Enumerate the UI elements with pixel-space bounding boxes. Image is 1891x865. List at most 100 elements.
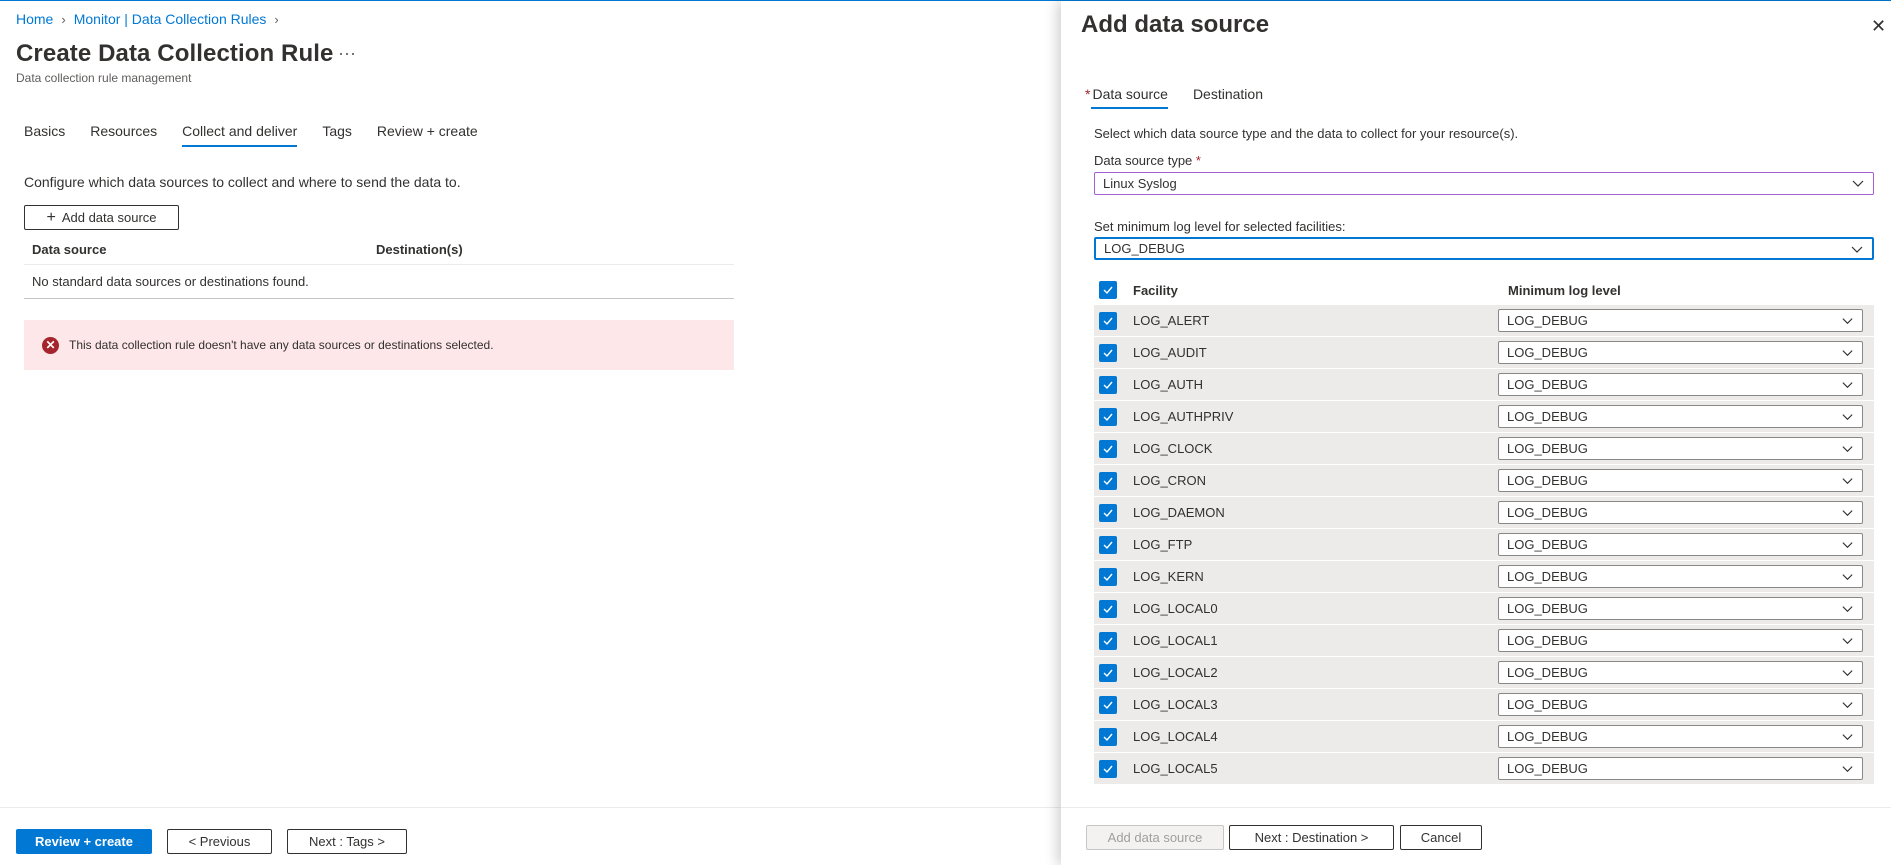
facility-checkbox[interactable] bbox=[1099, 759, 1117, 778]
data-source-type-label-text: Data source type bbox=[1094, 153, 1193, 168]
facility-level-value: LOG_DEBUG bbox=[1507, 729, 1588, 744]
facility-name: LOG_LOCAL2 bbox=[1133, 665, 1218, 680]
chevron-down-icon bbox=[1842, 702, 1853, 709]
panel-description: Select which data source type and the da… bbox=[1094, 126, 1519, 141]
next-tags-button[interactable]: Next : Tags > bbox=[287, 829, 407, 854]
tab-tags[interactable]: Tags bbox=[322, 123, 352, 147]
facility-checkbox[interactable] bbox=[1099, 535, 1117, 554]
facility-level-dropdown[interactable]: LOG_DEBUG bbox=[1498, 373, 1863, 396]
close-icon[interactable]: ✕ bbox=[1871, 16, 1886, 37]
chevron-right-icon: › bbox=[61, 11, 66, 27]
facility-checkbox[interactable] bbox=[1099, 599, 1117, 618]
add-data-source-submit-button[interactable]: Add data source bbox=[1086, 825, 1224, 850]
table-empty-message: No standard data sources or destinations… bbox=[24, 265, 734, 299]
tab-review-create[interactable]: Review + create bbox=[377, 123, 478, 147]
select-all-checkbox[interactable] bbox=[1099, 281, 1117, 299]
facility-level-dropdown[interactable]: LOG_DEBUG bbox=[1498, 501, 1863, 524]
facility-name: LOG_CLOCK bbox=[1133, 441, 1213, 456]
facility-level-dropdown[interactable]: LOG_DEBUG bbox=[1498, 533, 1863, 556]
facility-name: LOG_AUDIT bbox=[1133, 345, 1207, 360]
facility-name: LOG_AUTH bbox=[1133, 377, 1204, 392]
facility-level-value: LOG_DEBUG bbox=[1507, 601, 1588, 616]
facility-level-dropdown[interactable]: LOG_DEBUG bbox=[1498, 661, 1863, 684]
facility-checkbox[interactable] bbox=[1099, 631, 1117, 650]
review-create-button[interactable]: Review + create bbox=[16, 829, 152, 854]
facility-name: LOG_FTP bbox=[1133, 537, 1193, 552]
chevron-down-icon bbox=[1842, 766, 1853, 773]
facility-checkbox[interactable] bbox=[1099, 439, 1117, 458]
facility-grid-header: Facility Minimum log level bbox=[1094, 275, 1874, 305]
facility-level-value: LOG_DEBUG bbox=[1507, 473, 1588, 488]
tab-data-source[interactable]: * Data source bbox=[1085, 86, 1168, 109]
next-destination-button[interactable]: Next : Destination > bbox=[1229, 825, 1394, 850]
checkmark-icon bbox=[1103, 381, 1113, 389]
add-data-source-button[interactable]: + Add data source bbox=[24, 205, 179, 230]
page-subtitle: Data collection rule management bbox=[16, 71, 192, 85]
facility-rows: LOG_ALERT LOG_DEBUG LOG_AUDIT LOG_DEBUG LOG_… bbox=[1094, 305, 1874, 784]
chevron-down-icon bbox=[1842, 478, 1853, 485]
facility-name: LOG_LOCAL4 bbox=[1133, 729, 1218, 744]
checkmark-icon bbox=[1103, 541, 1113, 549]
chevron-down-icon bbox=[1842, 414, 1853, 421]
facility-grid: Facility Minimum log level LOG_ALERT LOG_… bbox=[1094, 275, 1874, 799]
more-options-icon[interactable]: ··· bbox=[338, 43, 356, 64]
facility-checkbox[interactable] bbox=[1099, 695, 1117, 714]
chevron-down-icon bbox=[1842, 734, 1853, 741]
checkmark-icon bbox=[1103, 605, 1113, 613]
cancel-button[interactable]: Cancel bbox=[1400, 825, 1482, 850]
data-source-type-dropdown[interactable]: Linux Syslog bbox=[1094, 172, 1874, 195]
facility-name: LOG_ALERT bbox=[1133, 313, 1210, 328]
data-source-type-label: Data source type * bbox=[1094, 153, 1201, 168]
breadcrumb-monitor[interactable]: Monitor | Data Collection Rules bbox=[74, 11, 267, 27]
facility-level-dropdown[interactable]: LOG_DEBUG bbox=[1498, 597, 1863, 620]
chevron-down-icon bbox=[1842, 510, 1853, 517]
facility-checkbox[interactable] bbox=[1099, 311, 1117, 330]
facility-checkbox[interactable] bbox=[1099, 471, 1117, 490]
chevron-right-icon: › bbox=[274, 11, 279, 27]
breadcrumb: Home › Monitor | Data Collection Rules › bbox=[16, 11, 279, 27]
facility-level-dropdown[interactable]: LOG_DEBUG bbox=[1498, 469, 1863, 492]
facility-checkbox[interactable] bbox=[1099, 727, 1117, 746]
required-marker: * bbox=[1085, 86, 1091, 102]
facility-level-value: LOG_DEBUG bbox=[1507, 505, 1588, 520]
facility-level-dropdown[interactable]: LOG_DEBUG bbox=[1498, 309, 1863, 332]
min-log-level-label: Set minimum log level for selected facil… bbox=[1094, 219, 1346, 234]
page-title: Create Data Collection Rule bbox=[16, 40, 334, 67]
checkmark-icon bbox=[1103, 573, 1113, 581]
breadcrumb-home[interactable]: Home bbox=[16, 11, 53, 27]
facility-level-dropdown[interactable]: LOG_DEBUG bbox=[1498, 405, 1863, 428]
facility-level-value: LOG_DEBUG bbox=[1507, 569, 1588, 584]
facility-level-dropdown[interactable]: LOG_DEBUG bbox=[1498, 629, 1863, 652]
column-facility: Facility bbox=[1133, 282, 1178, 298]
tab-destination[interactable]: Destination bbox=[1193, 86, 1263, 109]
facility-checkbox[interactable] bbox=[1099, 407, 1117, 426]
facility-checkbox[interactable] bbox=[1099, 503, 1117, 522]
checkmark-icon bbox=[1103, 286, 1113, 295]
chevron-down-icon bbox=[1842, 446, 1853, 453]
previous-button[interactable]: < Previous bbox=[167, 829, 272, 854]
facility-row: LOG_LOCAL1 LOG_DEBUG bbox=[1094, 625, 1874, 656]
facility-level-dropdown[interactable]: LOG_DEBUG bbox=[1498, 725, 1863, 748]
facility-checkbox[interactable] bbox=[1099, 663, 1117, 682]
checkmark-icon bbox=[1103, 317, 1113, 325]
facility-level-dropdown[interactable]: LOG_DEBUG bbox=[1498, 565, 1863, 588]
facility-level-dropdown[interactable]: LOG_DEBUG bbox=[1498, 693, 1863, 716]
facility-level-dropdown[interactable]: LOG_DEBUG bbox=[1498, 437, 1863, 460]
facility-checkbox[interactable] bbox=[1099, 375, 1117, 394]
facility-row: LOG_DAEMON LOG_DEBUG bbox=[1094, 497, 1874, 528]
tab-basics[interactable]: Basics bbox=[24, 123, 65, 147]
facility-level-dropdown[interactable]: LOG_DEBUG bbox=[1498, 341, 1863, 364]
checkmark-icon bbox=[1103, 637, 1113, 645]
chevron-down-icon bbox=[1842, 350, 1853, 357]
facility-checkbox[interactable] bbox=[1099, 567, 1117, 586]
facility-level-dropdown[interactable]: LOG_DEBUG bbox=[1498, 757, 1863, 780]
facility-checkbox[interactable] bbox=[1099, 343, 1117, 362]
tab-resources[interactable]: Resources bbox=[90, 123, 157, 147]
error-banner: ✕ This data collection rule doesn't have… bbox=[24, 320, 734, 370]
tab-collect-and-deliver[interactable]: Collect and deliver bbox=[182, 123, 298, 147]
data-source-type-value: Linux Syslog bbox=[1103, 176, 1177, 191]
column-destinations: Destination(s) bbox=[376, 242, 463, 257]
min-log-level-dropdown[interactable]: LOG_DEBUG bbox=[1094, 237, 1874, 260]
chevron-down-icon bbox=[1842, 670, 1853, 677]
facility-row: LOG_ALERT LOG_DEBUG bbox=[1094, 305, 1874, 336]
